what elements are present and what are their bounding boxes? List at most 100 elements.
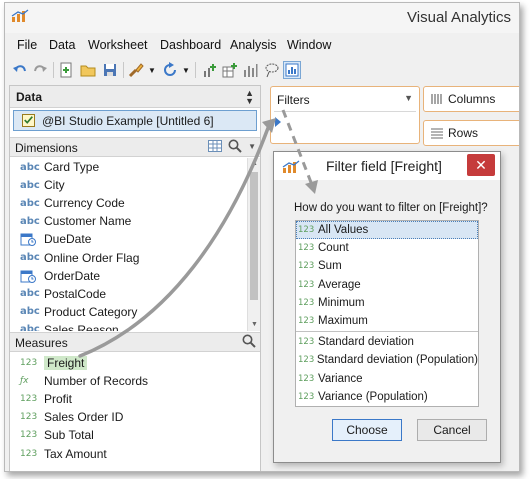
sort-arrows-icon[interactable]: ▲ ▼ — [245, 89, 254, 106]
menu-window[interactable]: Window — [287, 38, 331, 52]
open-folder-icon[interactable] — [79, 61, 97, 79]
string-type-icon: abc — [20, 306, 40, 318]
field-label: Currency Code — [44, 196, 125, 211]
rows-shelf-label: Rows — [448, 126, 479, 140]
list-item[interactable]: abc Sales Reason — [10, 321, 247, 331]
dimensions-scrollbar[interactable]: ▲ ▼ — [247, 158, 260, 331]
grid-view-icon[interactable] — [208, 140, 223, 152]
columns-shelf[interactable]: Columns — [423, 86, 519, 112]
option-label: Maximum — [318, 315, 368, 328]
option-average[interactable]: 123 Average — [296, 276, 478, 294]
refresh-icon[interactable] — [161, 61, 179, 79]
list-item[interactable]: abc Currency Code — [10, 194, 247, 212]
save-icon[interactable] — [101, 61, 119, 79]
option-count[interactable]: 123 Count — [296, 239, 478, 257]
new-worksheet-icon[interactable] — [57, 61, 75, 79]
option-maximum[interactable]: 123 Maximum — [296, 312, 478, 330]
redo-icon[interactable] — [31, 61, 49, 79]
scroll-down-icon[interactable]: ▼ — [248, 319, 261, 331]
datasource-label: @BI Studio Example [Untitled 6] — [42, 114, 214, 128]
app-window: Visual Analytics File Data Worksheet Das… — [4, 2, 520, 472]
cancel-button[interactable]: Cancel — [417, 419, 487, 441]
option-sum[interactable]: 123 Sum — [296, 257, 478, 275]
close-button[interactable]: ✕ — [467, 154, 495, 176]
list-item[interactable]: OrderDate — [10, 267, 247, 285]
choose-button[interactable]: Choose — [332, 419, 402, 441]
dimensions-header: Dimensions ▼ — [10, 137, 260, 157]
field-label: OrderDate — [44, 268, 101, 283]
option-label: Minimum — [318, 296, 365, 309]
dialog-question: How do you want to filter on [Freight]? — [294, 202, 488, 214]
list-item[interactable]: abc PostalCode — [10, 285, 247, 303]
add-table-icon[interactable] — [221, 61, 239, 79]
scroll-up-icon[interactable]: ▲ — [248, 158, 261, 170]
list-item[interactable]: abc Card Type — [10, 158, 247, 176]
option-minimum[interactable]: 123 Minimum — [296, 294, 478, 312]
rows-shelf[interactable]: Rows — [423, 120, 519, 146]
option-variance-population[interactable]: 123 Variance (Population) — [296, 388, 478, 406]
search-icon[interactable] — [242, 334, 256, 348]
bar-chart-icon[interactable] — [241, 61, 259, 79]
filters-shelf[interactable]: Filters ▼ — [270, 86, 420, 144]
string-type-icon: abc — [20, 197, 40, 209]
columns-shelf-label: Columns — [448, 92, 496, 106]
option-all-values[interactable]: 123 All Values — [296, 221, 478, 240]
menu-worksheet[interactable]: Worksheet — [88, 38, 148, 52]
field-label: Sub Total — [44, 428, 94, 443]
title-bar: Visual Analytics — [5, 3, 519, 33]
number-type-icon: 123 — [20, 412, 38, 423]
field-label: Number of Records — [44, 374, 149, 389]
add-chart-icon[interactable] — [201, 61, 219, 79]
list-item-freight[interactable]: 123 Freight — [10, 354, 247, 372]
chevron-down-icon[interactable]: ▼ — [404, 93, 413, 103]
menu-file[interactable]: File — [17, 38, 37, 52]
option-variance[interactable]: 123 Variance — [296, 370, 478, 388]
list-item[interactable]: abc Online Order Flag — [10, 248, 247, 266]
menu-data[interactable]: Data — [49, 38, 75, 52]
number-type-icon: 123 — [298, 337, 315, 348]
number-type-icon: 123 — [298, 355, 315, 366]
list-item[interactable]: 123 Sales Order ID — [10, 408, 247, 426]
option-label: Standard deviation — [318, 336, 414, 349]
option-standard-deviation[interactable]: 123 Standard deviation — [296, 333, 478, 351]
calendar-icon — [20, 233, 36, 247]
scrollbar-thumb[interactable] — [250, 172, 258, 300]
columns-icon — [431, 94, 442, 104]
menu-analysis[interactable]: Analysis — [230, 38, 277, 52]
toolbar-separator — [53, 62, 54, 78]
search-icon[interactable] — [228, 139, 242, 153]
chevron-down-icon[interactable]: ▼ — [181, 61, 191, 79]
list-item[interactable]: 123 Profit — [10, 390, 247, 408]
number-type-icon: 123 — [20, 448, 38, 459]
string-type-icon: abc — [20, 179, 40, 191]
datasource-item[interactable]: @BI Studio Example [Untitled 6] — [13, 110, 257, 131]
option-label: Count — [318, 242, 349, 255]
list-item[interactable]: 123 Tax Amount — [10, 444, 247, 462]
number-type-icon: 123 — [298, 391, 315, 402]
lasso-icon[interactable] — [263, 61, 281, 79]
presentation-mode-icon[interactable] — [283, 61, 301, 79]
field-label: City — [44, 178, 65, 193]
field-label: Product Category — [44, 304, 138, 319]
calendar-icon — [20, 270, 36, 283]
datasource-check-icon — [22, 114, 35, 127]
toolbar-separator — [195, 62, 196, 78]
brush-icon[interactable] — [127, 61, 145, 79]
undo-icon[interactable] — [11, 61, 29, 79]
list-item[interactable]: abc Product Category — [10, 303, 247, 321]
list-item[interactable]: DueDate — [10, 230, 247, 248]
list-item[interactable]: abc Customer Name — [10, 212, 247, 230]
field-label: Sales Reason — [44, 322, 119, 331]
filters-shelf-label: Filters — [277, 93, 310, 107]
chevron-down-icon[interactable]: ▼ — [248, 142, 256, 151]
option-standard-deviation-population[interactable]: 123 Standard deviation (Population) — [296, 351, 478, 369]
list-item[interactable]: 123 Sub Total — [10, 426, 247, 444]
menu-dashboard[interactable]: Dashboard — [160, 38, 221, 52]
menu-bar: File Data Worksheet Dashboard Analysis W… — [5, 36, 519, 56]
toolbar: ▼ ▼ — [5, 58, 519, 84]
chevron-down-icon[interactable]: ▼ — [147, 61, 157, 79]
dimensions-title: Dimensions — [15, 141, 78, 155]
list-item[interactable]: abc City — [10, 176, 247, 194]
number-type-icon: 123 — [20, 394, 38, 405]
list-item[interactable]: ƒx Number of Records — [10, 372, 247, 390]
